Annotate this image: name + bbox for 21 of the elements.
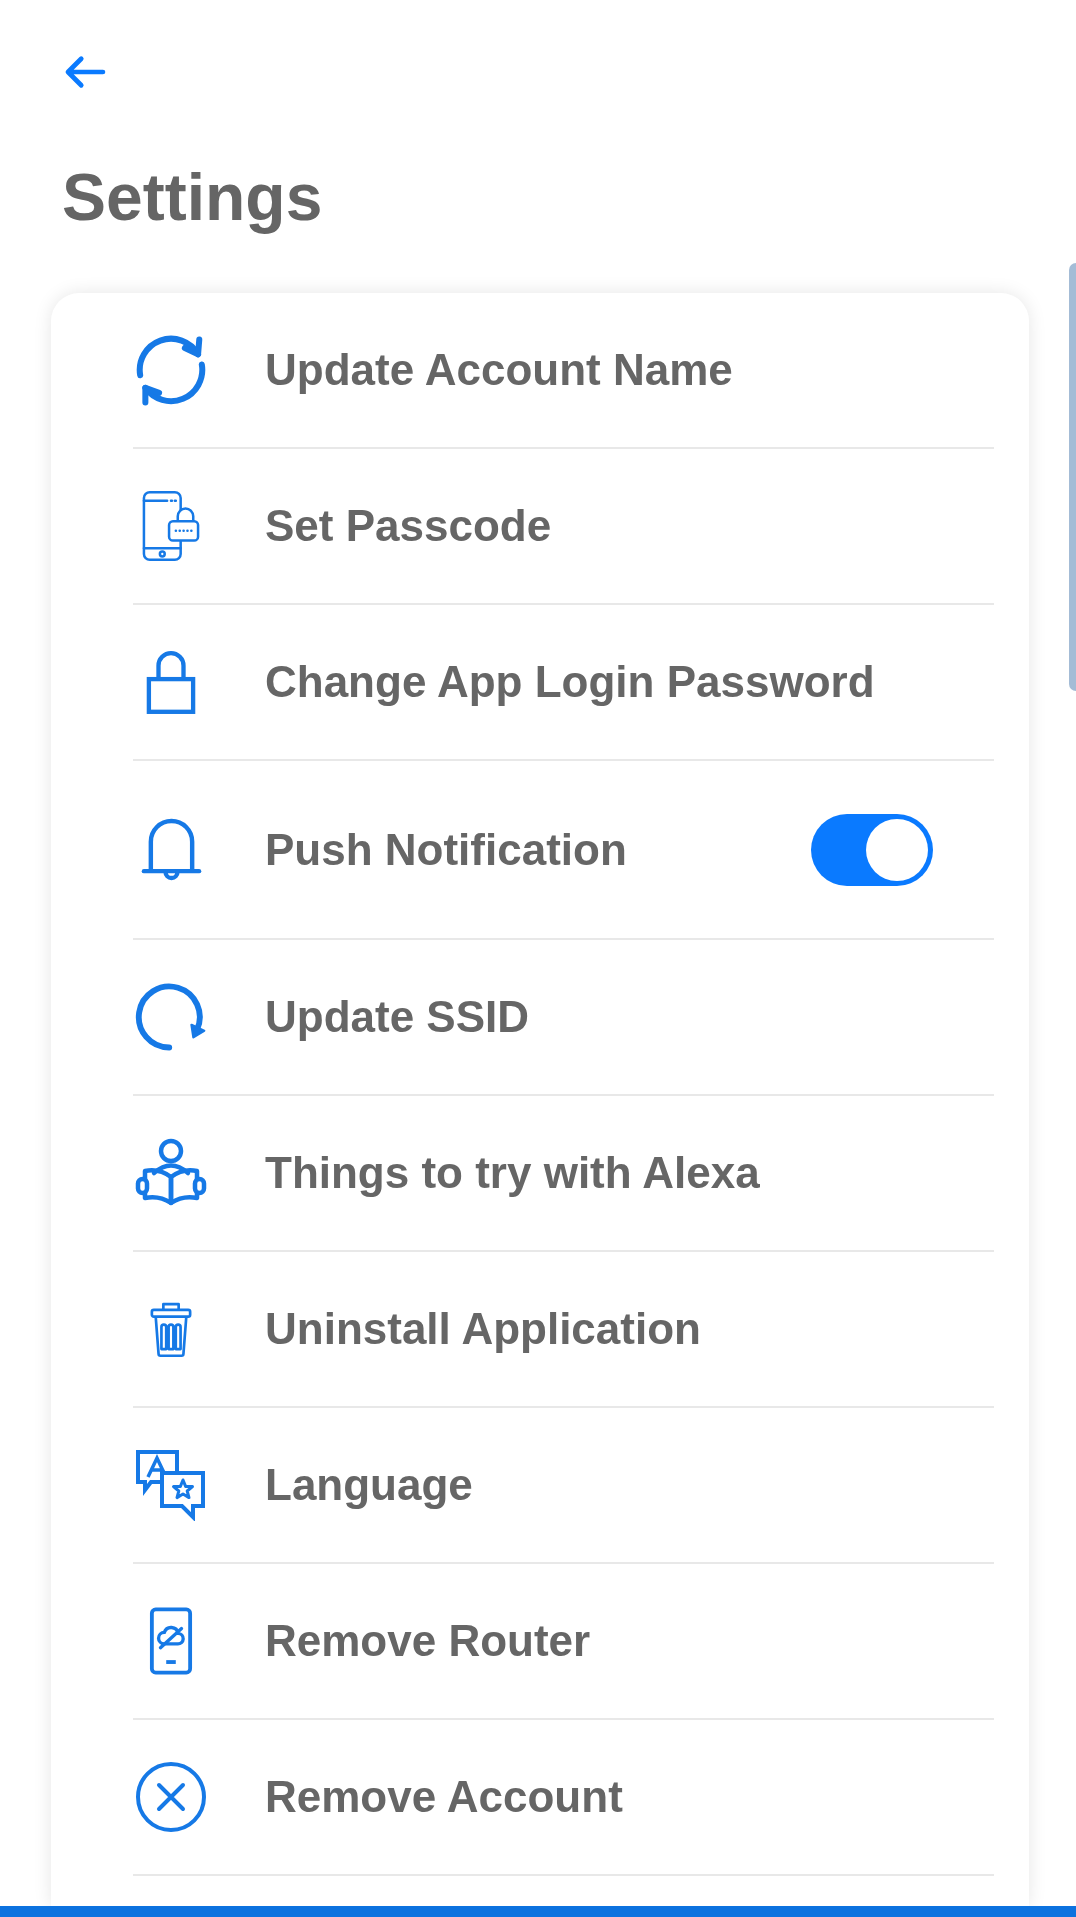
settings-item[interactable]: Remove Account xyxy=(133,1720,994,1874)
settings-item[interactable]: Push Notification xyxy=(133,761,811,938)
settings-item[interactable]: Things to try with Alexa xyxy=(133,1096,994,1250)
settings-item[interactable]: Language xyxy=(133,1408,994,1562)
phone-cloud-off-icon xyxy=(149,1606,193,1676)
settings-item[interactable]: Uninstall Application xyxy=(133,1252,994,1406)
settings-item[interactable]: Change App Login Password xyxy=(133,605,994,759)
phone-lock-icon xyxy=(142,490,200,562)
settings-item[interactable]: Set Passcode xyxy=(133,449,994,603)
padlock-icon xyxy=(146,649,196,715)
circular-arrow-icon xyxy=(135,983,207,1051)
settings-item[interactable]: Remove Router xyxy=(133,1564,994,1718)
trash-icon xyxy=(149,1300,193,1358)
close-circle-icon xyxy=(135,1761,207,1833)
translate-icon xyxy=(135,1449,207,1521)
settings-item[interactable]: Update SSID xyxy=(133,940,994,1094)
sync-icon xyxy=(136,334,206,406)
settings-item[interactable]: Update Account Name xyxy=(133,293,994,447)
page-title: Settings xyxy=(62,159,323,236)
back-arrow-icon xyxy=(63,55,107,89)
bell-icon xyxy=(140,818,202,881)
